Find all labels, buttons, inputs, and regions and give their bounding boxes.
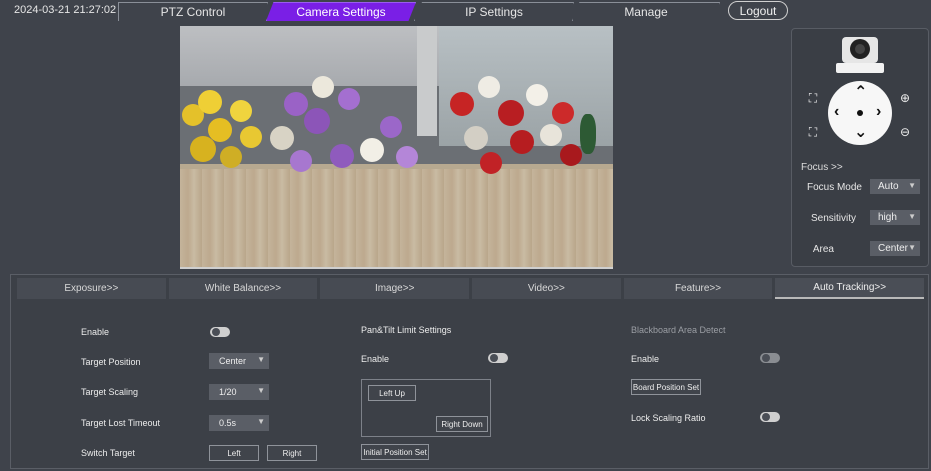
- tab-camera-settings[interactable]: Camera Settings: [266, 2, 416, 21]
- blackboard-enable-toggle[interactable]: [760, 353, 780, 363]
- settings-subtabs: Exposure>> White Balance>> Image>> Video…: [17, 278, 925, 299]
- area-label: Area: [812, 244, 834, 255]
- focus-far-icon[interactable]: ⛶: [806, 125, 820, 139]
- logout-button[interactable]: Logout: [728, 1, 788, 20]
- subtab-image[interactable]: Image>>: [320, 278, 470, 299]
- chevron-down-icon: ▼: [908, 212, 916, 221]
- arrow-right-icon[interactable]: ›: [876, 104, 881, 120]
- chevron-down-icon: ▼: [257, 417, 265, 426]
- subtab-white-balance[interactable]: White Balance>>: [168, 278, 318, 299]
- switch-left-button[interactable]: Left: [209, 445, 259, 461]
- zoom-out-icon[interactable]: ⊖: [898, 125, 912, 139]
- area-value: Center: [878, 243, 909, 254]
- focus-mode-value: Auto: [878, 181, 899, 192]
- datetime: 2024-03-21 21:27:02: [14, 4, 117, 16]
- focus-section-title[interactable]: Focus >>: [801, 162, 843, 173]
- lock-scaling-ratio-toggle[interactable]: [760, 412, 780, 422]
- focus-near-icon[interactable]: ⛶: [806, 91, 820, 105]
- video-preview: [180, 26, 613, 269]
- sensitivity-select[interactable]: high ▼: [870, 210, 920, 225]
- arrow-down-icon[interactable]: ⌄: [854, 125, 867, 141]
- switch-target-label: Switch Target: [81, 448, 135, 458]
- settings-panel: Exposure>> White Balance>> Image>> Video…: [10, 274, 929, 469]
- chevron-down-icon: ▼: [908, 181, 916, 190]
- subtab-exposure[interactable]: Exposure>>: [17, 278, 166, 299]
- focus-mode-select[interactable]: Auto ▼: [870, 179, 920, 194]
- target-position-value: Center: [219, 356, 247, 366]
- ptz-control-panel: ⌃ ⌄ ‹ › ⛶ ⛶ ⊕ ⊖ Focus >> Focus Mode Auto…: [791, 28, 929, 267]
- tab-ip-settings[interactable]: IP Settings: [414, 2, 574, 21]
- tracking-enable-toggle[interactable]: [210, 327, 230, 337]
- ptz-joystick[interactable]: ⌃ ⌄ ‹ ›: [828, 81, 892, 145]
- target-lost-timeout-select[interactable]: 0.5s ▼: [209, 415, 269, 431]
- pantilt-enable-label: Enable: [361, 354, 390, 364]
- pantilt-limit-box: Left Up Right Down: [361, 379, 491, 437]
- pantilt-title: Pan&Tilt Limit Settings: [361, 325, 452, 335]
- chevron-down-icon: ▼: [257, 355, 265, 364]
- focus-mode-label: Focus Mode: [806, 182, 862, 193]
- target-position-label: Target Position: [81, 357, 141, 367]
- area-select[interactable]: Center ▼: [870, 241, 920, 256]
- initial-position-set-button[interactable]: Initial Position Set: [361, 444, 429, 460]
- subtab-video[interactable]: Video>>: [472, 278, 621, 299]
- blackboard-title: Blackboard Area Detect: [631, 325, 726, 335]
- board-position-set-button[interactable]: Board Position Set: [631, 379, 701, 395]
- tab-ptz-control[interactable]: PTZ Control: [118, 2, 268, 21]
- target-lost-timeout-label: Target Lost Timeout: [81, 418, 161, 428]
- camera-icon: [836, 37, 884, 73]
- switch-right-button[interactable]: Right: [267, 445, 317, 461]
- sensitivity-label: Sensitivity: [810, 213, 856, 224]
- right-down-button[interactable]: Right Down: [436, 416, 488, 432]
- subtab-feature[interactable]: Feature>>: [623, 278, 773, 299]
- target-scaling-select[interactable]: 1/20 ▼: [209, 384, 269, 400]
- chevron-down-icon: ▼: [257, 386, 265, 395]
- zoom-in-icon[interactable]: ⊕: [898, 91, 912, 105]
- target-scaling-value: 1/20: [219, 387, 237, 397]
- subtab-auto-tracking[interactable]: Auto Tracking>>: [775, 278, 925, 299]
- lock-scaling-ratio-label: Lock Scaling Ratio: [631, 413, 706, 423]
- sensitivity-value: high: [878, 212, 897, 223]
- arrow-left-icon[interactable]: ‹: [834, 104, 839, 120]
- chevron-down-icon: ▼: [908, 243, 916, 252]
- blackboard-enable-label: Enable: [631, 354, 660, 364]
- tab-manage[interactable]: Manage: [572, 2, 720, 21]
- left-up-button[interactable]: Left Up: [368, 385, 416, 401]
- target-lost-timeout-value: 0.5s: [219, 418, 237, 428]
- pantilt-enable-toggle[interactable]: [488, 353, 508, 363]
- tracking-enable-label: Enable: [81, 327, 110, 337]
- target-scaling-label: Target Scaling: [81, 387, 139, 397]
- top-bar: 2024-03-21 21:27:02 PTZ Control Camera S…: [0, 0, 931, 22]
- arrow-up-icon[interactable]: ⌃: [854, 85, 867, 101]
- target-position-select[interactable]: Center ▼: [209, 353, 269, 369]
- home-dot-icon[interactable]: [857, 110, 863, 116]
